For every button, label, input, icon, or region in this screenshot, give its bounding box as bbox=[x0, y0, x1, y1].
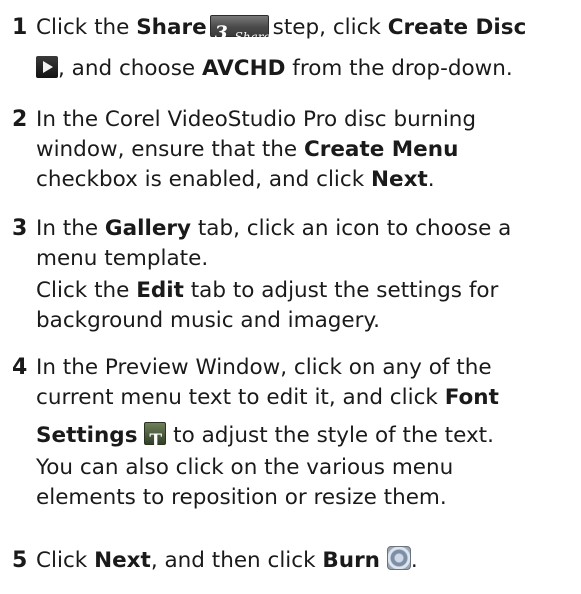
create-disc-label: Create Disc bbox=[387, 15, 527, 40]
share-label: Share bbox=[136, 15, 207, 40]
step-3-line-4: background music and imagery. bbox=[36, 303, 380, 339]
step-4-line-3: Settings T to adjust the style of the te… bbox=[36, 418, 494, 454]
font-settings-icon: T bbox=[144, 422, 167, 451]
step-number: 5 bbox=[12, 548, 28, 573]
font-label: Font bbox=[444, 385, 499, 410]
step-3-line-2: menu template. bbox=[36, 241, 208, 277]
step-number: 2 bbox=[12, 107, 28, 132]
step-number: 1 bbox=[12, 15, 28, 40]
text: step, click bbox=[272, 15, 388, 40]
burn-label: Burn bbox=[322, 548, 380, 573]
step-2-line-3: checkbox is enabled, and click Next. bbox=[36, 162, 435, 198]
text: In the Corel VideoStudio Pro disc burnin… bbox=[36, 107, 477, 132]
step-5-line-1: Click Next, and then click Burn . bbox=[36, 543, 418, 579]
create-menu-label: Create Menu bbox=[303, 137, 459, 162]
share-step-icon: 3 Share bbox=[209, 15, 271, 44]
text: Click bbox=[36, 548, 95, 573]
burn-icon bbox=[386, 546, 411, 570]
next-label: Next bbox=[94, 548, 151, 573]
create-disc-icon bbox=[36, 56, 58, 78]
step-number: 4 bbox=[12, 355, 28, 380]
step-1-line-2: , and choose AVCHD from the drop-down. bbox=[36, 51, 513, 87]
text: You can also click on the various menu bbox=[36, 455, 454, 480]
edit-label: Edit bbox=[136, 278, 184, 303]
step-number: 3 bbox=[12, 216, 28, 241]
text: window, ensure that the bbox=[36, 137, 304, 162]
text: . bbox=[410, 548, 418, 573]
text: In the bbox=[36, 216, 105, 241]
settings-label: Settings bbox=[36, 423, 138, 448]
text: tab to adjust the settings for bbox=[183, 278, 499, 303]
text: from the drop-down. bbox=[285, 56, 513, 81]
text: , and then click bbox=[150, 548, 323, 573]
text: In the Preview Window, click on any of t… bbox=[36, 355, 492, 380]
next-label: Next bbox=[371, 167, 428, 192]
text: Click the bbox=[36, 278, 137, 303]
step-4-line-5: elements to reposition or resize them. bbox=[36, 480, 447, 516]
text: tab, click an icon to choose a bbox=[191, 216, 512, 241]
text: background music and imagery. bbox=[36, 308, 380, 333]
text: menu template. bbox=[36, 246, 209, 271]
text: . bbox=[427, 167, 435, 192]
avchd-label: AVCHD bbox=[201, 56, 286, 81]
text: checkbox is enabled, and click bbox=[36, 167, 372, 192]
gallery-label: Gallery bbox=[104, 216, 192, 241]
text: to adjust the style of the text. bbox=[166, 423, 494, 448]
step-4-line-2: current menu text to edit it, and click … bbox=[36, 380, 499, 416]
text: current menu text to edit it, and click bbox=[36, 385, 445, 410]
text: , and choose bbox=[58, 56, 202, 81]
step-1-line-1: Click the Share 3 Share step, click Create … bbox=[36, 10, 526, 46]
text: Click the bbox=[36, 15, 137, 40]
text: elements to reposition or resize them. bbox=[36, 485, 447, 510]
